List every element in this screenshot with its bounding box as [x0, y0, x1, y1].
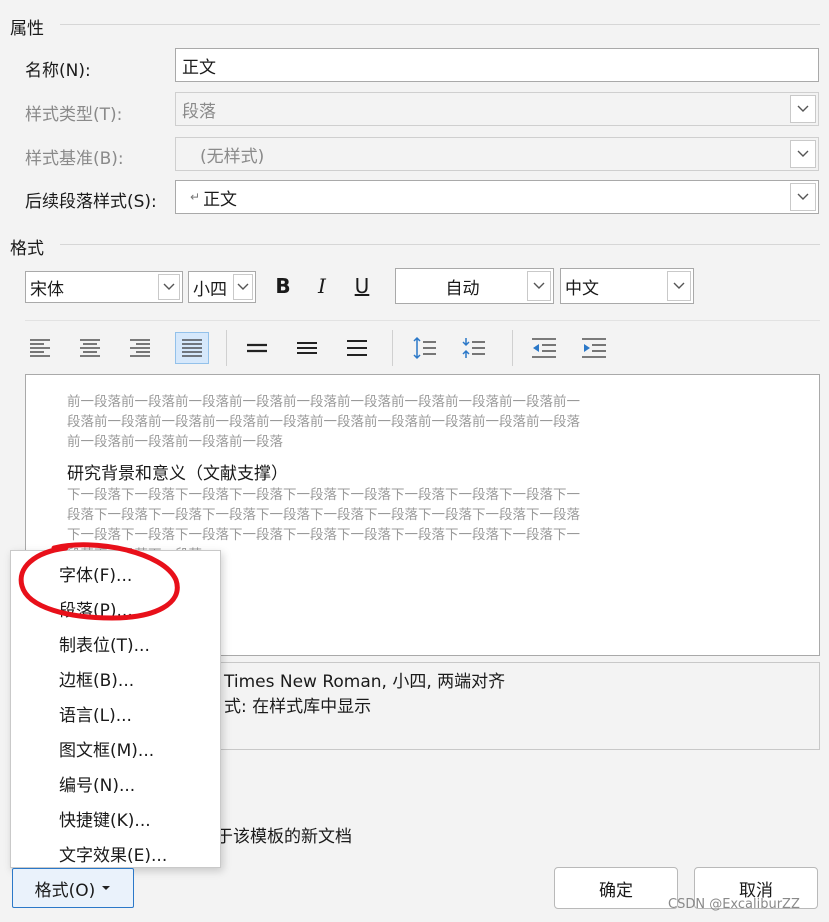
bold-button[interactable]: B	[269, 272, 297, 300]
chevron-down-icon[interactable]	[158, 274, 180, 300]
format-divider	[60, 244, 820, 245]
format-button-label: 格式(O)	[34, 880, 96, 901]
toolbar-separator	[226, 330, 227, 366]
description-line: 式: 在样式库中显示	[224, 697, 372, 717]
chevron-down-icon[interactable]	[527, 271, 551, 301]
format-section-title: 格式	[10, 239, 44, 259]
decrease-indent-icon[interactable]	[530, 334, 558, 362]
sample-text: 研究背景和意义（文献支撑）	[67, 464, 288, 484]
align-right-icon[interactable]	[126, 334, 154, 362]
script-value: 中文	[565, 278, 599, 299]
style-type-label: 样式类型(T):	[25, 105, 123, 125]
name-field[interactable]: 正文	[175, 48, 819, 82]
font-size-select[interactable]: 小四	[188, 271, 256, 303]
align-center-icon[interactable]	[76, 334, 104, 362]
align-justify-icon[interactable]	[175, 332, 209, 364]
increase-paragraph-spacing-icon[interactable]	[410, 334, 438, 362]
underline-button[interactable]: U	[348, 272, 376, 300]
chevron-down-icon	[790, 140, 816, 168]
chevron-down-icon[interactable]	[790, 183, 816, 211]
single-spacing-icon[interactable]	[243, 334, 271, 362]
properties-section-title: 属性	[10, 19, 44, 39]
next-style-label: 后续段落样式(S):	[25, 192, 157, 212]
menu-item-frame[interactable]: 图文框(M)...	[59, 736, 154, 761]
next-paragraph-line: 段落下一段落下一段落下一段落下一段落下一段落下一段落下一段落下一段落下一段落	[67, 507, 580, 523]
caret-down-icon	[102, 886, 111, 890]
chevron-down-icon[interactable]	[667, 271, 691, 301]
menu-item-language[interactable]: 语言(L)...	[59, 701, 132, 726]
one-half-spacing-icon[interactable]	[293, 334, 321, 362]
toolbar-divider	[25, 320, 820, 321]
style-base-value: (无样式)	[200, 146, 265, 167]
script-select[interactable]: 中文	[560, 268, 694, 304]
description-line: Times New Roman, 小四, 两端对齐	[224, 672, 506, 692]
menu-item-shortcut-key[interactable]: 快捷键(K)...	[59, 806, 151, 831]
ok-button[interactable]: 确定	[554, 867, 678, 909]
italic-button[interactable]: I	[308, 272, 336, 300]
format-button[interactable]: 格式(O)	[12, 868, 134, 908]
align-left-icon[interactable]	[26, 334, 54, 362]
font-value: 宋体	[30, 279, 64, 300]
font-select[interactable]: 宋体	[25, 271, 183, 303]
previous-paragraph-line: 前一段落前一段落前一段落前一段落前一段落前一段落前一段落前一段落前一段落前一	[67, 394, 580, 410]
style-base-label: 样式基准(B):	[25, 149, 124, 169]
paragraph-mark-icon: ↵	[190, 190, 201, 204]
name-value: 正文	[182, 57, 216, 78]
next-style-value: 正文	[203, 189, 238, 210]
watermark: CSDN @ExcaliburZZ	[668, 897, 800, 912]
style-base-select: (无样式)	[175, 137, 819, 171]
red-annotation-circle	[18, 542, 180, 621]
previous-paragraph-line: 段落前一段落前一段落前一段落前一段落前一段落前一段落前一段落前一段落前一段落	[67, 414, 580, 430]
menu-item-numbering[interactable]: 编号(N)...	[59, 771, 135, 796]
decrease-paragraph-spacing-icon[interactable]	[459, 334, 487, 362]
menu-item-tabs[interactable]: 制表位(T)...	[59, 631, 150, 656]
style-type-select: 段落	[175, 92, 819, 126]
next-style-select[interactable]: ↵ 正文	[175, 180, 819, 214]
next-paragraph-line: 下一段落下一段落下一段落下一段落下一段落下一段落下一段落下一段落下一段落下一	[67, 487, 580, 503]
menu-item-border[interactable]: 边框(B)...	[59, 666, 134, 691]
font-size-value: 小四	[193, 279, 227, 300]
font-color-select[interactable]: 自动	[395, 268, 554, 304]
increase-indent-icon[interactable]	[580, 334, 608, 362]
style-type-value: 段落	[182, 101, 216, 122]
font-color-value: 自动	[445, 278, 480, 299]
menu-item-text-effects[interactable]: 文字效果(E)...	[59, 841, 167, 866]
template-option-label: 于该模板的新文档	[216, 827, 352, 847]
chevron-down-icon[interactable]	[233, 274, 253, 300]
toolbar-separator	[512, 330, 513, 366]
properties-divider	[60, 24, 820, 25]
chevron-down-icon	[790, 95, 816, 123]
previous-paragraph-line: 前一段落前一段落前一段落前一段落	[67, 434, 283, 450]
double-spacing-icon[interactable]	[343, 334, 371, 362]
toolbar-separator	[392, 330, 393, 366]
name-label: 名称(N):	[25, 61, 91, 81]
